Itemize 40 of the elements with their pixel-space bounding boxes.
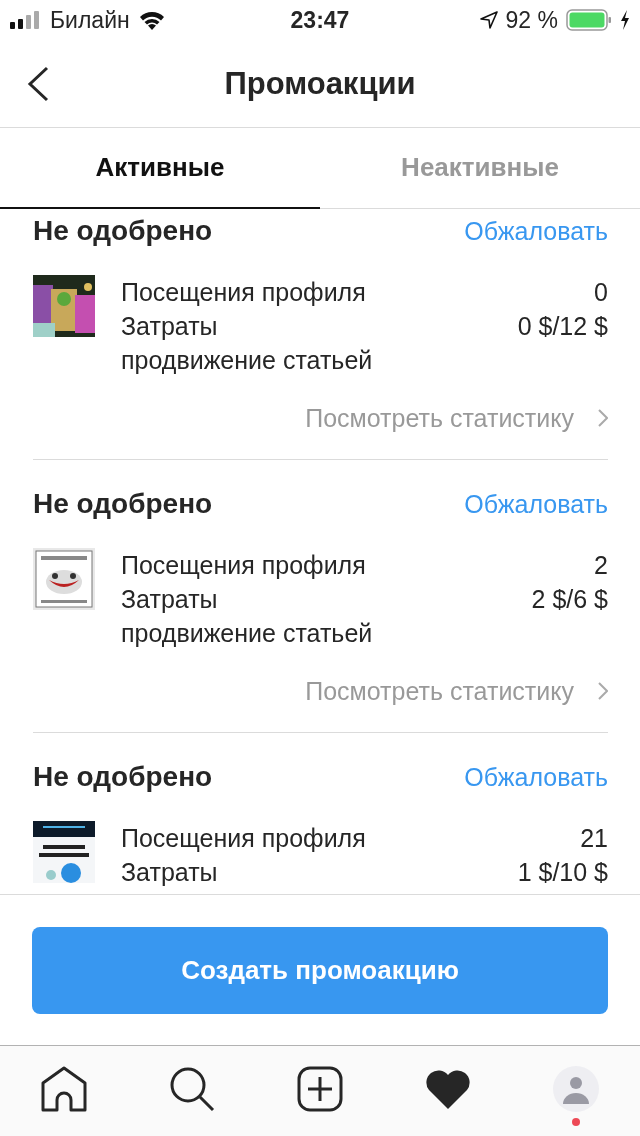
stat-label: Посещения профиля [121,823,366,853]
clock-time: 23:47 [290,6,350,33]
stat-value: 2 $/6 $ [531,584,608,614]
view-statistics-link[interactable]: Посмотреть статистику [305,401,608,435]
tab[interactable]: Неактивные [320,128,640,209]
stat-label: Затраты [121,311,218,341]
battery-icon [566,9,612,31]
tab[interactable]: Активные [0,128,320,209]
status-heading: Не одобрено [33,215,213,247]
status-heading: Не одобрено [33,761,213,793]
chevron-right-icon [598,409,608,427]
stat-label: Затраты [121,584,218,614]
wifi-icon [137,10,166,30]
carrier-name: Билайн [50,6,130,34]
stat-label: Посещения профиля [121,277,366,307]
create-promotion-button[interactable]: Создать промоакцию [32,927,608,1014]
add-icon [297,1066,343,1112]
appeal-link[interactable]: Обжаловать [464,489,608,519]
location-arrow-icon [479,11,498,29]
stat-value: 21 [580,823,608,853]
battery-percent: 92 % [505,6,558,34]
appeal-link[interactable]: Обжаловать [464,216,608,246]
stat-value: 0 $/12 $ [517,311,608,341]
heart-icon [424,1068,472,1110]
chevron-right-icon [598,682,608,700]
view-statistics-link[interactable]: Посмотреть статистику [305,674,608,708]
stat-label: продвижение статьей [121,618,373,648]
appeal-link[interactable]: Обжаловать [464,762,608,792]
stat-value: 1 $/10 $ [517,857,608,887]
stat-label: продвижение статьей [121,345,373,375]
status-heading: Не одобрено [33,488,213,520]
stat-value: 2 [594,550,608,580]
home-icon [41,1066,87,1112]
stat-label: Затраты [121,857,218,887]
stat-label: Посещения профиля [121,550,366,580]
search-icon [169,1066,215,1112]
stat-value: 0 [594,277,608,307]
signal-icon [10,11,42,29]
avatar-icon [553,1066,599,1112]
screen-title: Промоакции [224,65,416,101]
